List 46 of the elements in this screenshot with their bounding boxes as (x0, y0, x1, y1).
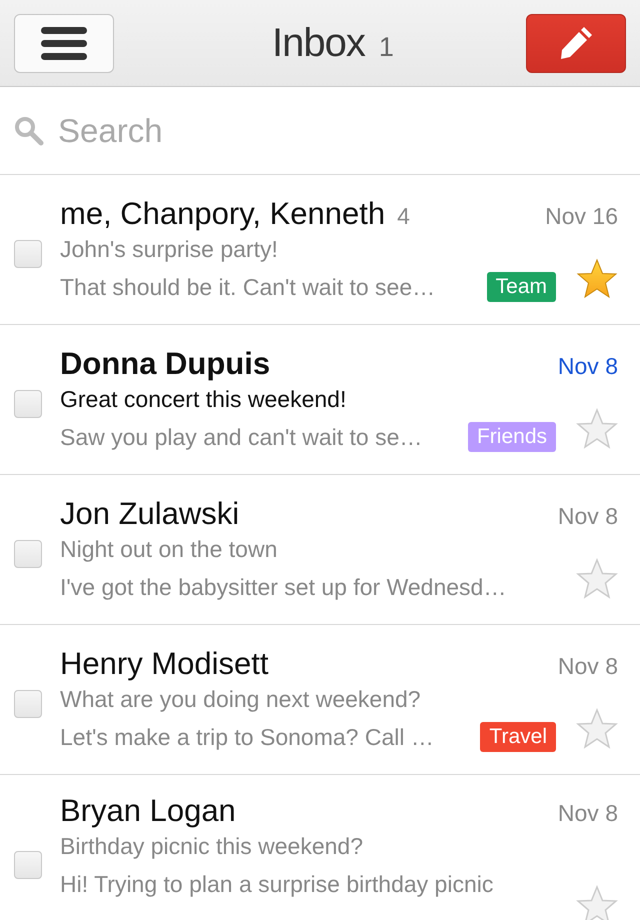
checkbox[interactable] (14, 690, 42, 718)
star-icon[interactable] (576, 885, 618, 920)
message-row[interactable]: me, Chanpory, Kenneth 4 Nov 16 John's surprise party! That should be it. Can't wait to see… Team (0, 175, 640, 325)
thread-count: 4 (397, 202, 410, 230)
menu-icon (41, 26, 87, 60)
message-date: Nov 8 (558, 502, 618, 530)
message-subject: What are you doing next weekend? (60, 686, 422, 712)
star-icon[interactable] (576, 558, 618, 600)
message-row[interactable]: Donna Dupuis Nov 8 Great concert this weekend! Saw you play and can't wait to se… Friends (0, 325, 640, 475)
star-icon[interactable] (576, 408, 618, 450)
message-snippet: Let's make a trip to Sonoma? Call … (60, 724, 434, 750)
label-tag: Friends (468, 422, 556, 452)
message-subject: Birthday picnic this weekend? (60, 833, 364, 860)
message-subject: Great concert this weekend! (60, 386, 348, 412)
sender-name: Jon Zulawski (60, 496, 240, 532)
message-date: Nov 8 (558, 800, 618, 827)
menu-button[interactable] (14, 14, 114, 72)
message-snippet: That should be it. Can't wait to see… (60, 274, 436, 300)
checkbox[interactable] (14, 851, 42, 879)
sender-name: Bryan Logan (60, 793, 236, 829)
message-snippet: I've got the babysitter set up for Wednesd… (60, 574, 506, 600)
star-icon[interactable] (576, 258, 618, 300)
search-field[interactable]: Search (58, 112, 626, 150)
label-tag: Travel (480, 722, 556, 752)
message-date: Nov 16 (545, 202, 618, 230)
search-icon (14, 116, 44, 146)
checkbox[interactable] (14, 240, 42, 268)
message-snippet: Hi! Trying to plan a surprise birthday picnic (60, 871, 494, 898)
message-subject: Night out on the town (60, 536, 278, 562)
star-icon[interactable] (576, 708, 618, 750)
inbox-title: Inbox (272, 20, 365, 66)
sender-name: Donna Dupuis (60, 346, 270, 382)
compose-button[interactable] (526, 14, 626, 72)
message-snippet: Saw you play and can't wait to se… (60, 424, 422, 450)
sender-name: me, Chanpory, Kenneth (60, 196, 386, 232)
message-date: Nov 8 (558, 652, 618, 680)
message-row[interactable]: Jon Zulawski Nov 8 Night out on the town I've got the babysitter set up for Wednesd… (0, 475, 640, 625)
message-row[interactable]: Henry Modisett Nov 8 What are you doing next weekend? Let's make a trip to Sonoma? Call … Travel (0, 625, 640, 775)
message-subject: John's surprise party! (60, 236, 279, 262)
message-date: Nov 8 (558, 352, 618, 380)
checkbox[interactable] (14, 390, 42, 418)
label-tag: Team (486, 272, 556, 302)
sender-name: Henry Modisett (60, 646, 268, 682)
checkbox[interactable] (14, 540, 42, 568)
unread-count: 1 (378, 32, 394, 62)
message-row[interactable]: Bryan Logan Nov 8 Birthday picnic this weekend? Hi! Trying to plan a surprise birthday picnic (0, 775, 640, 920)
